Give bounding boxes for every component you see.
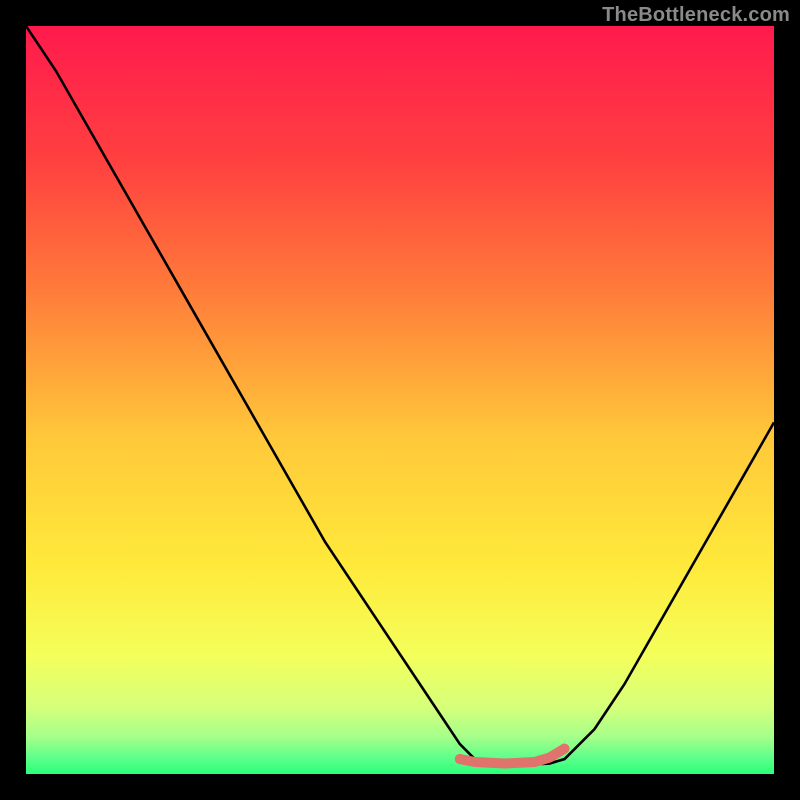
series-optimal-zone-marker (460, 749, 565, 764)
watermark-label: TheBottleneck.com (602, 4, 790, 27)
plot-area (26, 26, 774, 774)
chart-svg (26, 26, 774, 774)
annotation-dot (455, 754, 465, 764)
chart-frame: TheBottleneck.com (0, 0, 800, 800)
series-bottleneck-curve (26, 26, 774, 765)
